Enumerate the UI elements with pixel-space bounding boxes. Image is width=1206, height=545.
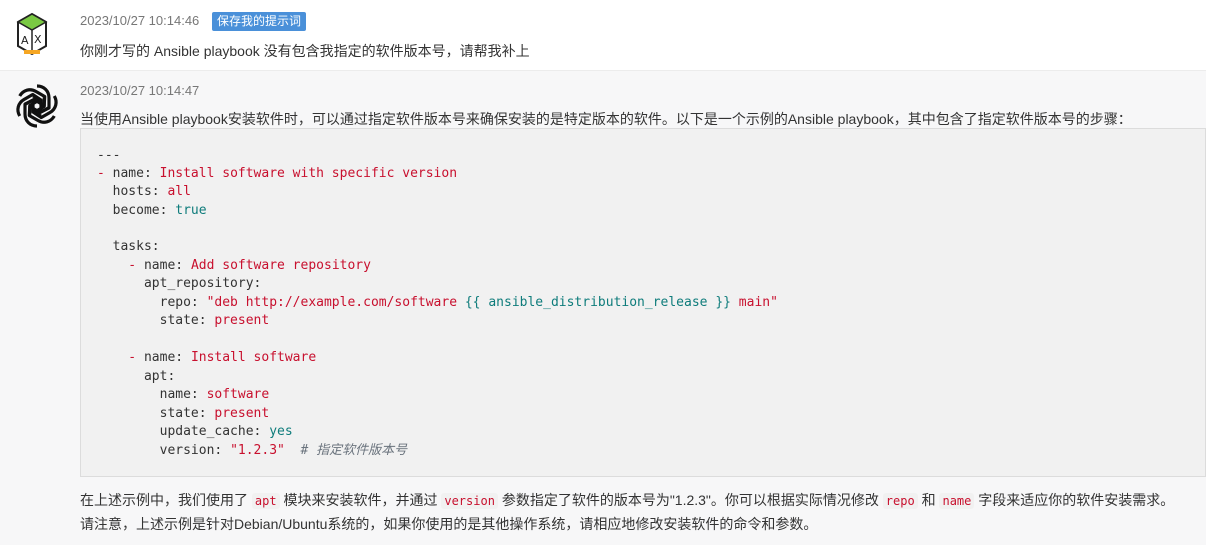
code-line: become: true [97, 202, 207, 220]
code-token: state: [97, 313, 215, 328]
code-token: hosts: [97, 184, 168, 199]
code-line: apt: [97, 368, 175, 386]
assistant-outro-line2: 请注意，上述示例是针对Debian/Ubuntu系统的，如果你使用的是其他操作系… [80, 516, 818, 532]
code-token: present [214, 406, 270, 421]
code-token: true [175, 203, 207, 218]
code-token: "1.2.3" [230, 443, 285, 458]
code-token: Install software [190, 350, 317, 365]
code-line: --- [97, 147, 120, 165]
outro-text: 字段来适应你的软件安装需求。 [978, 492, 1175, 508]
svg-text:A: A [21, 34, 29, 47]
code-line: hosts: all [97, 183, 191, 201]
code-line: apt_repository: [97, 275, 261, 293]
code-token: name: [112, 166, 160, 181]
user-timestamp: 2023/10/27 10:14:46 [80, 13, 200, 28]
code-line: state: present [97, 405, 270, 423]
inline-code: apt [251, 493, 280, 509]
code-comment: # 指定软件版本号 [284, 443, 408, 458]
code-token: tasks: [97, 239, 160, 254]
svg-text:X: X [34, 33, 42, 46]
user-message: A X 2023/10/27 10:14:46 保存我的提示词 你刚才写的 An… [0, 0, 1206, 71]
code-token: Install software with specific version [159, 166, 458, 181]
code-line: name: software [97, 386, 270, 404]
user-avatar-icon: A X [12, 10, 52, 58]
outro-text: 在上述示例中，我们使用了 [80, 492, 248, 508]
code-token: name: [143, 258, 191, 273]
inline-code: version [441, 493, 498, 509]
code-token: version: [97, 443, 231, 458]
code-token: {{ ansible_distribution_release }} [464, 295, 731, 310]
code-token: software [206, 387, 270, 402]
code-token: - [97, 166, 113, 181]
code-token: name: [97, 387, 207, 402]
code-line: tasks: [97, 238, 160, 256]
code-token: apt: [97, 369, 176, 384]
code-line: state: present [97, 312, 270, 330]
code-token: Add software repository [190, 258, 371, 273]
code-token: - [97, 350, 144, 365]
code-token: present [214, 313, 270, 328]
code-token: all [167, 184, 191, 199]
code-token: yes [269, 424, 293, 439]
code-line: version: "1.2.3" # 指定软件版本号 [97, 442, 408, 460]
inline-code: repo [882, 493, 918, 509]
outro-text: 参数指定了软件的版本号为"1.2.3"。你可以根据实际情况修改 [501, 492, 879, 508]
assistant-timestamp: 2023/10/27 10:14:47 [80, 83, 200, 98]
code-token: main" [730, 295, 778, 310]
openai-logo-icon [16, 84, 58, 128]
code-token: update_cache: [97, 424, 270, 439]
code-token: "deb http://example.com/software [206, 295, 465, 310]
outro-text: 模块来安装软件，并通过 [283, 492, 438, 508]
code-line: - name: Install software with specific v… [97, 165, 457, 183]
outro-text: 和 [921, 492, 936, 508]
code-line: - name: Add software repository [97, 257, 371, 275]
code-token: state: [97, 406, 215, 421]
inline-code: name [939, 493, 975, 509]
code-line: update_cache: yes [97, 423, 293, 441]
code-token: name: [143, 350, 191, 365]
code-line: repo: "deb http://example.com/software {… [97, 294, 778, 312]
save-prompt-button[interactable]: 保存我的提示词 [212, 12, 307, 31]
code-token: --- [97, 148, 121, 163]
code-token: - [97, 258, 144, 273]
code-block[interactable]: --- - name: Install software with specif… [80, 128, 1206, 477]
code-token: apt_repository: [97, 276, 262, 291]
user-message-text: 你刚才写的 Ansible playbook 没有包含我指定的软件版本号，请帮我… [80, 43, 530, 59]
assistant-intro-text: 当使用Ansible playbook安装软件时，可以通过指定软件版本号来确保安… [80, 111, 1132, 127]
code-line: - name: Install software [97, 349, 316, 367]
code-token: become: [97, 203, 176, 218]
assistant-outro-line1: 在上述示例中，我们使用了 apt 模块来安装软件，并通过 version 参数指… [80, 490, 1174, 510]
code-token: repo: [97, 295, 207, 310]
